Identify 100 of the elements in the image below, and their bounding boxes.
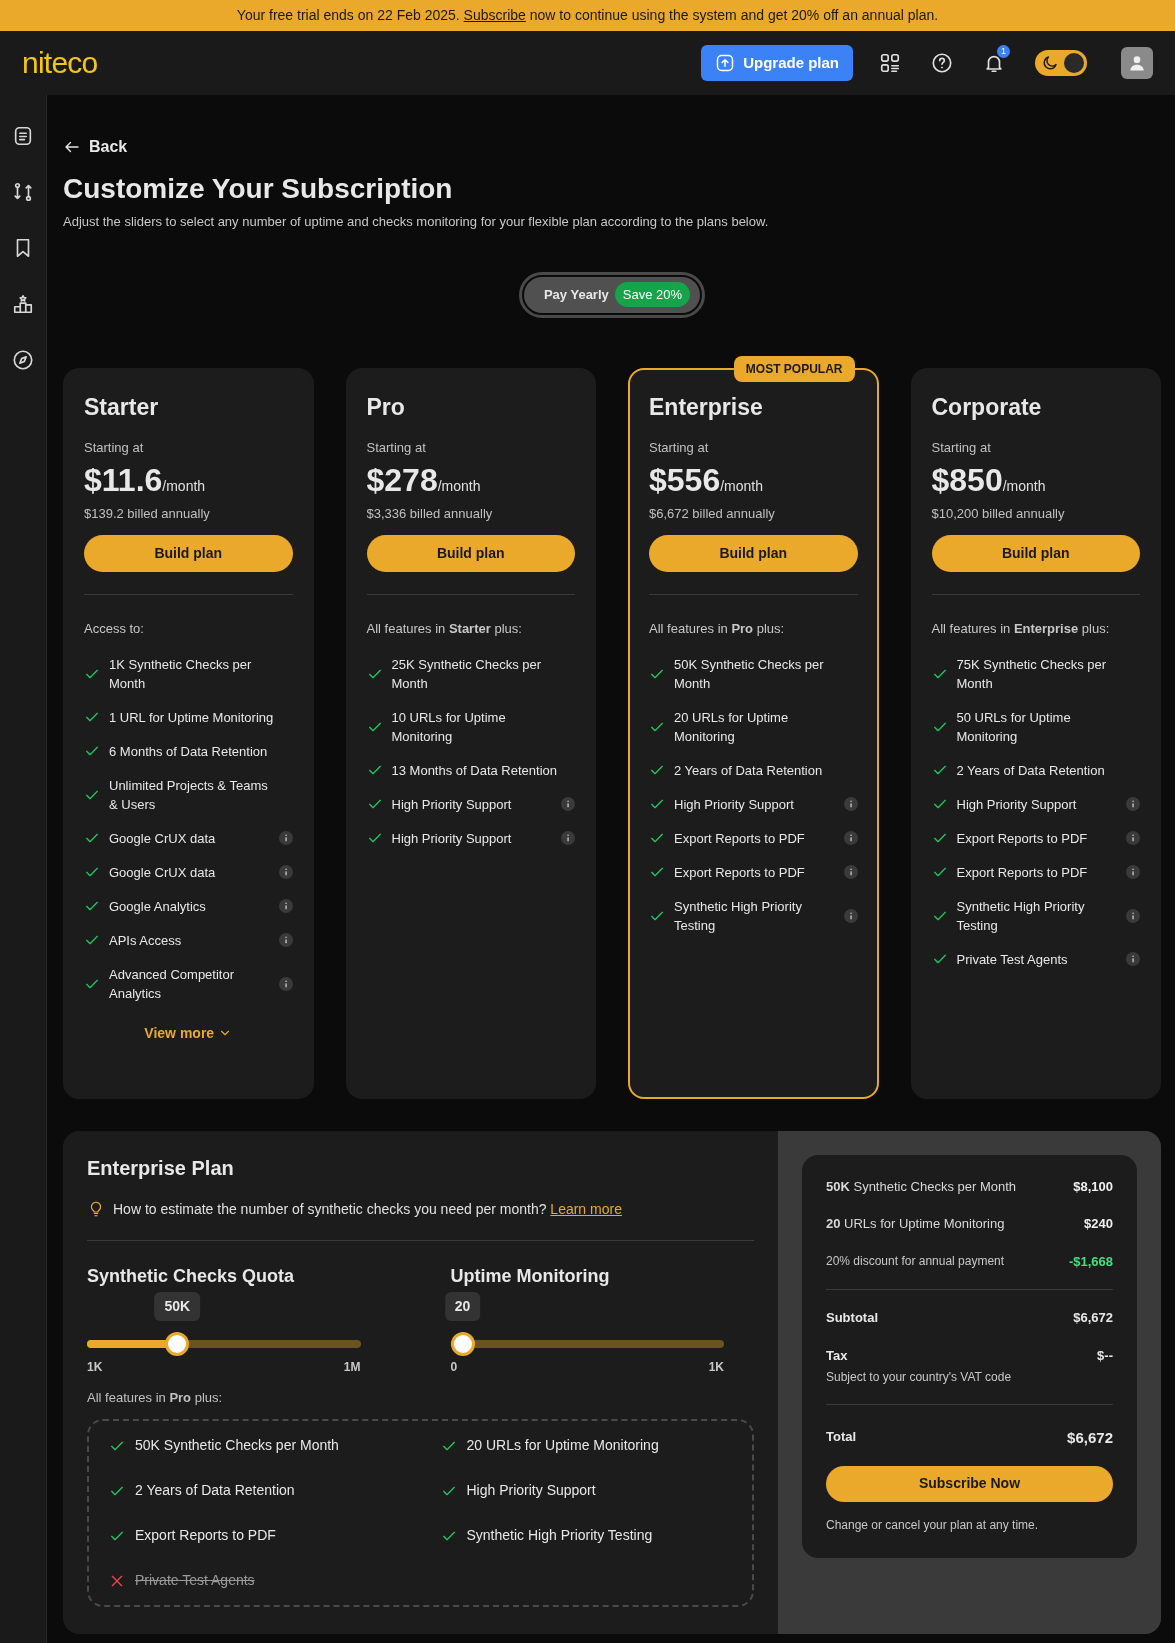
person-icon <box>1127 53 1147 73</box>
subscribe-now-button[interactable]: Subscribe Now <box>826 1465 1113 1502</box>
notification-badge: 1 <box>997 45 1010 58</box>
feature-text: Synthetic High Priority Testing <box>956 897 1086 935</box>
slider-title: Synthetic Checks Quota <box>87 1264 296 1288</box>
trial-notice: Your free trial ends on 22 Feb 2025. Subscribe now to continue using the system and get 20% off an annual plan. <box>236 6 939 25</box>
feature-text: 6 Months of Data Retention <box>109 742 269 761</box>
logo[interactable]: niteco <box>22 48 98 78</box>
apps-icon[interactable] <box>879 52 901 74</box>
feature-text: 2 Years of Data Retention <box>135 1481 295 1500</box>
plan-name: Enterprise <box>649 392 764 422</box>
value-tooltip: 20 <box>444 1291 481 1321</box>
features-intro: All features in Starter plus: <box>366 620 523 638</box>
info-icon <box>843 865 858 879</box>
subtotal-label: Subtotal <box>826 1309 878 1327</box>
subscribe-link[interactable]: Subscribe <box>463 7 526 23</box>
view-more-link[interactable]: View more <box>144 1022 233 1044</box>
build-plan-button[interactable]: Build plan <box>931 535 1140 572</box>
features-intro: All features in Pro plus: <box>87 1388 224 1407</box>
document-icon[interactable] <box>12 125 34 147</box>
build-plan-button[interactable]: Build plan <box>649 535 858 572</box>
plan-price: $11.6 <box>84 460 163 500</box>
slider-thumb[interactable] <box>450 1331 475 1356</box>
feature-text: 75K Synthetic Checks per Month <box>956 655 1108 693</box>
line-item-label: 20% discount for annual payment <box>826 1253 1005 1271</box>
price-period: /month <box>720 477 763 496</box>
feature-text: Export Reports to PDF <box>956 863 1089 882</box>
line-item-label: 50K Synthetic Checks per Month <box>826 1177 1017 1196</box>
info-icon <box>843 797 858 811</box>
features-intro: All features in Enterprise plus: <box>931 620 1111 638</box>
features-intro: All features in Pro plus: <box>649 620 786 638</box>
slider-thumb[interactable] <box>165 1331 190 1356</box>
total-amount: $6,672 <box>1067 1428 1113 1448</box>
plan-name: Starter <box>84 392 160 422</box>
info-icon <box>278 899 293 913</box>
avatar[interactable] <box>1121 47 1153 79</box>
build-plan-button[interactable]: Build plan <box>366 535 575 572</box>
most-popular-badge: MOST POPULAR <box>733 355 855 382</box>
feature-text: Advanced Competitor Analytics <box>109 965 235 1003</box>
total-label: Total <box>826 1428 857 1446</box>
feature-text: Export Reports to PDF <box>956 829 1089 848</box>
learn-more-link[interactable]: Learn more <box>550 1200 622 1217</box>
pay-yearly-toggle[interactable]: Pay Yearly Save 20% <box>523 276 701 313</box>
feature-text: Google CrUX data <box>109 863 217 882</box>
starting-label: Starting at <box>649 439 710 457</box>
tax-label: Tax <box>826 1346 849 1365</box>
info-icon <box>1126 865 1140 879</box>
price-period: /month <box>162 477 206 496</box>
info-icon <box>843 831 858 845</box>
help-icon[interactable] <box>931 52 953 74</box>
line-item-amount: $240 <box>1084 1215 1113 1233</box>
feature-text: 2 Years of Data Retention <box>956 761 1106 780</box>
feature-text: 20 URLs for Uptime Monitoring <box>674 708 790 746</box>
feature-text: High Priority Support <box>956 795 1078 814</box>
podium-icon[interactable] <box>12 293 34 315</box>
info-icon <box>1126 952 1140 966</box>
subtotal-amount: $6,672 <box>1073 1309 1113 1327</box>
feature-text: Synthetic High Priority Testing <box>674 897 803 935</box>
billed-annually: $3,336 billed annually <box>366 504 494 523</box>
price-period: /month <box>1002 477 1046 496</box>
info-icon <box>278 933 293 947</box>
line-item-amount: $8,100 <box>1073 1177 1113 1196</box>
plan-price: $850 <box>931 460 1003 500</box>
starting-label: Starting at <box>931 439 992 457</box>
plan-name: Pro <box>366 392 406 422</box>
feature-text: 50K Synthetic Checks per Month <box>674 655 825 693</box>
page-title: Customize Your Subscription <box>63 172 454 206</box>
info-icon <box>843 908 858 923</box>
builder-title: Enterprise Plan <box>87 1155 235 1181</box>
plan-price: $278 <box>366 460 438 500</box>
page-subtitle: Adjust the sliders to select any number of uptime and checks monitoring for your flexible plan according to the plans below. <box>63 213 770 231</box>
upload-icon <box>715 53 736 73</box>
info-icon <box>561 797 575 811</box>
feature-text: Google CrUX data <box>109 829 217 848</box>
feature-text: High Priority Support <box>466 1481 596 1500</box>
feature-text: 20 URLs for Uptime Monitoring <box>466 1436 659 1455</box>
min-label: 0 <box>450 1358 458 1376</box>
feature-text: 10 URLs for Uptime Monitoring <box>391 708 507 746</box>
info-icon <box>278 831 293 845</box>
billed-annually: $139.2 billed annually <box>84 504 211 523</box>
feature-text: Private Test Agents <box>135 1571 255 1590</box>
feature-text: High Priority Support <box>391 795 513 814</box>
info-icon <box>278 865 293 879</box>
plan-price: $556 <box>649 460 721 500</box>
feature-text: 13 Months of Data Retention <box>391 761 558 780</box>
feature-text: 25K Synthetic Checks per Month <box>391 655 543 693</box>
billed-annually: $10,200 billed annually <box>931 504 1066 523</box>
tax-amount: $-- <box>1097 1346 1113 1365</box>
feature-text: Private Test Agents <box>956 950 1069 969</box>
save-badge: Save 20% <box>614 281 691 308</box>
value-tooltip: 50K <box>154 1291 201 1321</box>
theme-toggle[interactable] <box>1035 50 1087 76</box>
back-link[interactable]: Back <box>63 135 128 159</box>
build-plan-button[interactable]: Build plan <box>84 535 293 572</box>
info-icon <box>1126 797 1140 811</box>
compass-icon[interactable] <box>12 349 34 371</box>
flow-icon[interactable] <box>12 181 34 203</box>
tax-note: Subject to your country's VAT code <box>826 1369 1012 1386</box>
upgrade-plan-button[interactable]: Upgrade plan <box>701 45 853 81</box>
feature-text: 1K Synthetic Checks per Month <box>109 655 253 693</box>
